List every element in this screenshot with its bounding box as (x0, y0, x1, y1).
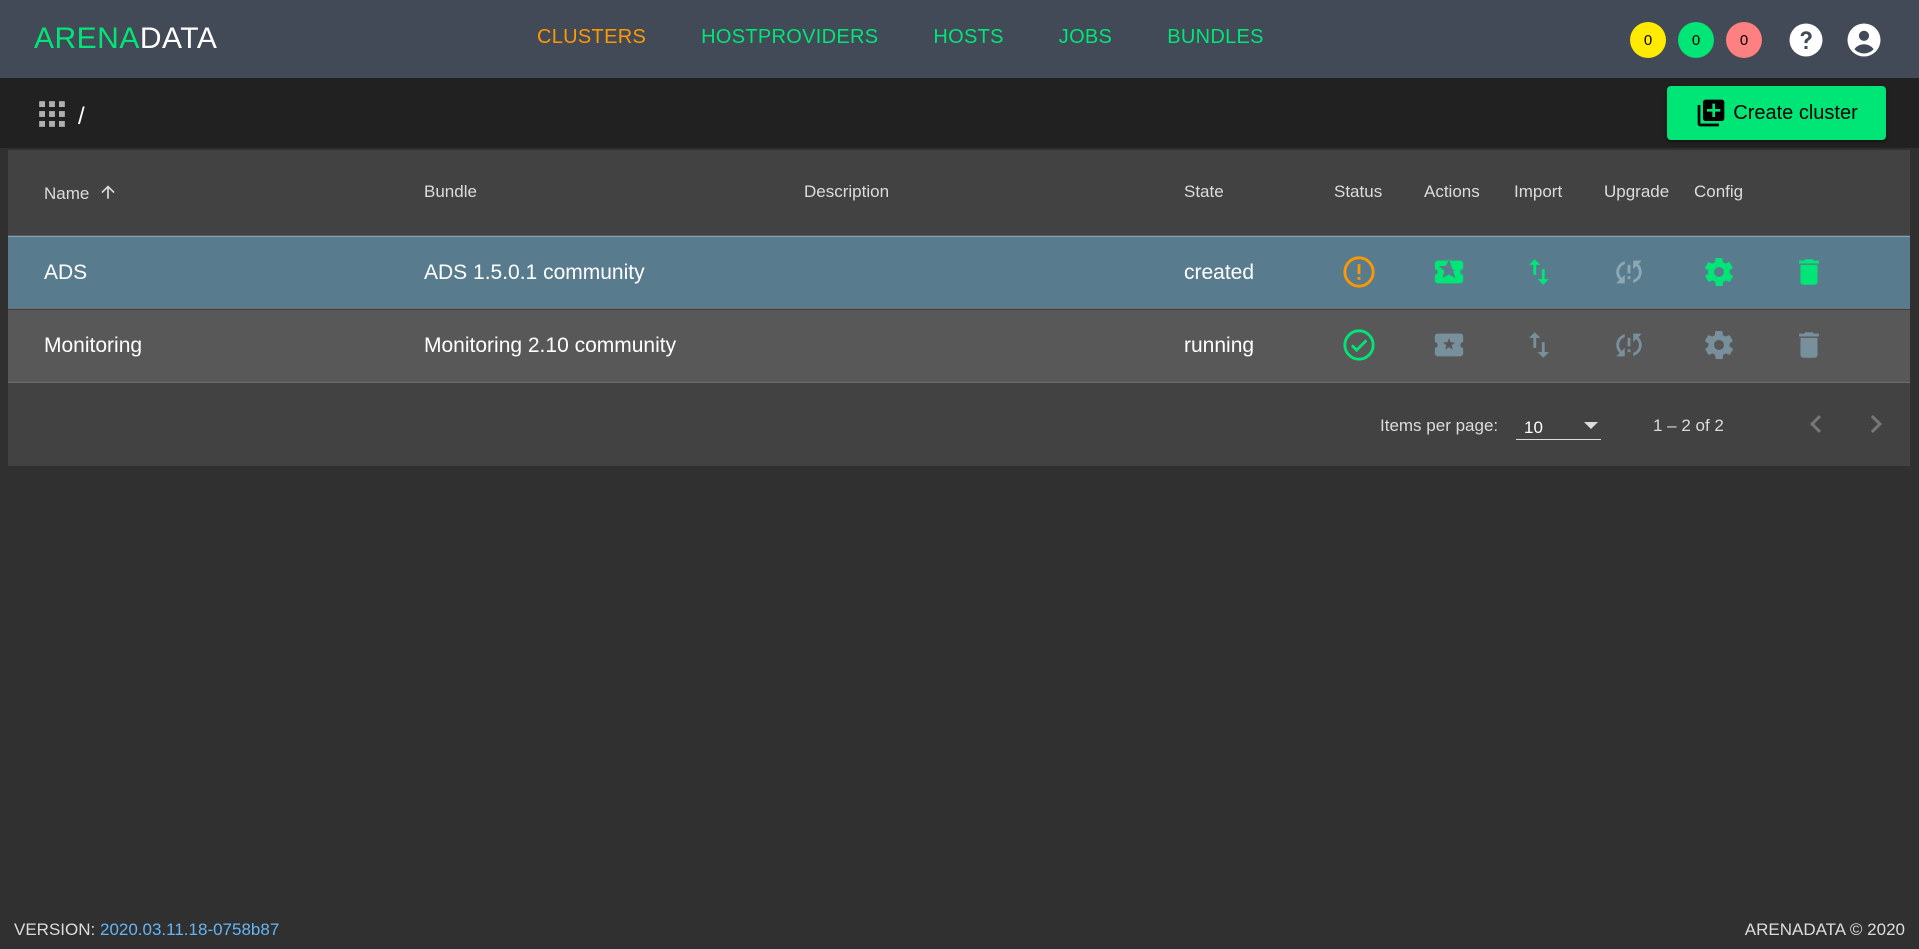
status-ok-check-icon[interactable] (1342, 328, 1376, 362)
cluster-bundle: Monitoring 2.10 community (424, 334, 677, 357)
logo-part1: ARENA (34, 22, 140, 55)
previous-page-icon[interactable] (1798, 406, 1834, 442)
cluster-state: created (1184, 261, 1255, 284)
version-info: VERSION: 2020.03.11.18-0758b87 (14, 920, 279, 940)
breadcrumb-separator: / (78, 103, 85, 130)
clusters-table: Name Bundle Description State Status Act… (8, 150, 1910, 466)
main-nav: CLUSTERS HOSTPROVIDERS HOSTS JOBS BUNDLE… (537, 26, 1319, 49)
items-per-page-value: 10 (1524, 418, 1543, 437)
column-header-description[interactable]: Description (804, 182, 889, 202)
column-header-name[interactable]: Name (44, 182, 118, 204)
config-gear-icon[interactable] (1702, 255, 1736, 289)
cluster-state: running (1184, 334, 1255, 357)
column-header-config: Config (1694, 182, 1744, 201)
nav-bundles[interactable]: BUNDLES (1167, 26, 1264, 49)
nav-clusters[interactable]: CLUSTERS (537, 26, 646, 49)
copyright: ARENADATA © 2020 (1744, 920, 1905, 939)
delete-trash-icon[interactable] (1792, 328, 1826, 362)
page-range-label: 1 – 2 of 2 (1653, 416, 1724, 435)
breadcrumb-toolbar (0, 78, 1919, 148)
create-cluster-label: Create cluster (1733, 101, 1858, 124)
nav-jobs[interactable]: JOBS (1059, 26, 1112, 49)
arenadata-logo[interactable]: ARENADATA (34, 22, 217, 56)
cluster-bundle: ADS 1.5.0.1 community (424, 261, 645, 284)
create-cluster-button[interactable]: Create cluster (1667, 86, 1886, 140)
import-arrows-icon[interactable] (1522, 328, 1556, 362)
delete-trash-icon[interactable] (1792, 255, 1826, 289)
nav-hostproviders[interactable]: HOSTPROVIDERS (701, 26, 878, 49)
account-circle-icon[interactable] (1846, 22, 1882, 58)
success-tasks-badge[interactable]: 0 (1678, 22, 1714, 58)
top-bar: ARENADATA CLUSTERS HOSTPROVIDERS HOSTS J… (0, 0, 1919, 78)
import-arrows-icon[interactable] (1522, 255, 1556, 289)
column-header-bundle[interactable]: Bundle (424, 182, 477, 202)
paginator: Items per page: 10 1 – 2 of 2 (8, 384, 1910, 466)
failed-tasks-badge[interactable]: 0 (1726, 22, 1762, 58)
column-header-actions: Actions (1424, 182, 1480, 201)
table-row[interactable]: ADS ADS 1.5.0.1 community created (8, 236, 1910, 309)
actions-ticket-icon[interactable] (1432, 328, 1466, 362)
help-icon[interactable] (1788, 22, 1824, 58)
items-per-page-select[interactable]: 10 (1516, 412, 1601, 440)
column-header-state[interactable]: State (1184, 182, 1224, 202)
items-per-page-label: Items per page: (1380, 416, 1499, 435)
sort-arrow-up-icon (101, 185, 115, 199)
column-header-upgrade: Upgrade (1604, 182, 1670, 201)
column-name-label: Name (44, 184, 90, 203)
dropdown-caret-icon (1584, 422, 1598, 429)
column-header-status: Status (1334, 182, 1383, 201)
status-warning-icon[interactable] (1342, 255, 1376, 289)
task-badges: 0 0 0 (1630, 22, 1774, 58)
running-tasks-badge[interactable]: 0 (1630, 22, 1666, 58)
column-header-import: Import (1514, 182, 1563, 201)
next-page-icon[interactable] (1858, 406, 1894, 442)
upgrade-sync-icon[interactable] (1612, 255, 1646, 289)
cluster-name[interactable]: Monitoring (44, 334, 142, 358)
nav-hosts[interactable]: HOSTS (933, 26, 1003, 49)
table-header: Name Bundle Description State Status Act… (8, 150, 1910, 236)
table-row[interactable]: Monitoring Monitoring 2.10 community run… (8, 310, 1910, 383)
library-add-icon (1697, 99, 1725, 127)
logo-part2: DATA (139, 22, 218, 55)
actions-ticket-icon[interactable] (1432, 255, 1466, 289)
apps-grid-icon[interactable] (38, 100, 66, 128)
upgrade-sync-icon[interactable] (1612, 328, 1646, 362)
cluster-name[interactable]: ADS (44, 261, 87, 285)
config-gear-icon[interactable] (1702, 328, 1736, 362)
version-value[interactable]: 2020.03.11.18-0758b87 (100, 920, 279, 939)
version-label: VERSION: (14, 920, 96, 939)
